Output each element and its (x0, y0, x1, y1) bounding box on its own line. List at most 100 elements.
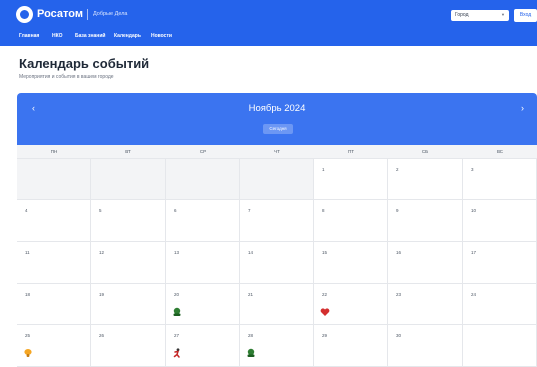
calendar-day-cell[interactable]: 1 (314, 159, 388, 200)
calendar-day-cell[interactable]: 2 (388, 159, 463, 200)
calendar-day-cell[interactable]: 11 (17, 242, 91, 284)
calendar-day-cell[interactable]: 12 (91, 242, 166, 284)
day-number: 2 (396, 167, 399, 172)
login-button[interactable]: Вход (514, 9, 537, 22)
brand-divider (87, 9, 88, 20)
calendar-header: ‹ Ноябрь 2024 › Сегодня (17, 93, 537, 145)
calendar-day-cell[interactable]: 22 (314, 284, 388, 325)
calendar-day-cell[interactable]: 5 (91, 200, 166, 242)
day-number: 5 (99, 208, 102, 213)
weekday-thu: ЧТ (274, 149, 280, 154)
calendar-day-cell (240, 159, 314, 200)
calendar-day-cell (166, 159, 240, 200)
calendar-day-cell[interactable]: 30 (388, 325, 463, 367)
weekday-fri: ПТ (348, 149, 354, 154)
hands-plant-icon[interactable] (172, 304, 182, 316)
day-number: 12 (99, 250, 105, 255)
weekday-mon: ПН (50, 149, 58, 154)
calendar-day-cell[interactable]: 10 (463, 200, 537, 242)
weekday-sat: СБ (421, 149, 429, 154)
day-number: 25 (25, 333, 31, 338)
calendar-day-cell (91, 159, 166, 200)
day-number: 22 (322, 292, 328, 297)
calendar-day-cell[interactable]: 26 (91, 325, 166, 367)
calendar-day-cell[interactable]: 4 (17, 200, 91, 242)
today-button[interactable]: Сегодня (263, 124, 293, 134)
day-number: 16 (396, 250, 402, 255)
calendar-day-cell[interactable]: 20 (166, 284, 240, 325)
calendar-day-cell[interactable]: 19 (91, 284, 166, 325)
month-label: Ноябрь 2024 (248, 103, 306, 114)
hands-plant-icon[interactable] (246, 345, 256, 357)
day-number: 13 (174, 250, 180, 255)
day-number: 27 (174, 333, 180, 338)
nav-item-nko[interactable]: НКО (52, 33, 63, 39)
day-number: 15 (322, 250, 328, 255)
nav-item-news[interactable]: Новости (151, 33, 172, 39)
day-number: 7 (248, 208, 251, 213)
day-number: 17 (471, 250, 477, 255)
weekday-header: ПН ВТ СР ЧТ ПТ СБ ВС (17, 145, 537, 159)
day-number: 10 (471, 208, 477, 213)
day-number: 1 (322, 167, 325, 172)
brand-name[interactable]: Росатом (37, 8, 83, 20)
calendar-day-cell[interactable]: 8 (314, 200, 388, 242)
calendar-day-cell[interactable]: 23 (388, 284, 463, 325)
day-number: 24 (471, 292, 477, 297)
city-select-value: Город (455, 12, 469, 18)
paw-icon[interactable] (23, 345, 33, 357)
heart-icon[interactable] (320, 304, 330, 316)
prev-month-icon[interactable]: ‹ (32, 103, 35, 113)
next-month-icon[interactable]: › (521, 103, 524, 113)
weekday-sun: ВС (496, 149, 504, 154)
page-subtitle: Мероприятия и события в вашем городе (19, 74, 114, 80)
day-number: 9 (396, 208, 399, 213)
city-select[interactable]: Город ▼ (451, 10, 509, 21)
day-number: 19 (99, 292, 105, 297)
calendar-day-cell[interactable]: 21 (240, 284, 314, 325)
day-number: 6 (174, 208, 177, 213)
day-number: 23 (396, 292, 402, 297)
day-number: 18 (25, 292, 31, 297)
calendar-day-cell[interactable]: 13 (166, 242, 240, 284)
calendar-day-cell[interactable]: 15 (314, 242, 388, 284)
calendar-day-cell (17, 159, 91, 200)
calendar-grid: 1 2 3 4 5 6 7 8 9 10 11 12 13 14 15 16 17 18 19 20 21 22 23 24 2… (17, 159, 537, 367)
calendar-day-cell[interactable]: 9 (388, 200, 463, 242)
nav-item-home[interactable]: Главная (19, 33, 39, 39)
calendar-day-cell[interactable]: 29 (314, 325, 388, 367)
day-number: 26 (99, 333, 105, 338)
day-number: 20 (174, 292, 180, 297)
calendar-day-cell[interactable]: 28 (240, 325, 314, 367)
rosatom-logo-icon[interactable] (16, 6, 33, 23)
weekday-tue: ВТ (125, 149, 131, 154)
runner-icon[interactable] (172, 345, 182, 358)
main-nav: Главная НКО База знаний Календарь Новост… (0, 30, 537, 46)
calendar-day-cell[interactable]: 7 (240, 200, 314, 242)
calendar-day-cell[interactable]: 18 (17, 284, 91, 325)
calendar-day-cell[interactable]: 16 (388, 242, 463, 284)
page-title: Календарь событий (19, 56, 150, 71)
calendar-day-cell[interactable]: 6 (166, 200, 240, 242)
day-number: 21 (248, 292, 254, 297)
day-number: 28 (248, 333, 254, 338)
day-number: 30 (396, 333, 402, 338)
calendar-day-cell[interactable]: 27 (166, 325, 240, 367)
day-number: 29 (322, 333, 328, 338)
nav-item-knowledge-base[interactable]: База знаний (75, 33, 105, 39)
brand-tagline: Добрые Дела (93, 11, 128, 17)
day-number: 11 (25, 250, 30, 255)
day-number: 3 (471, 167, 474, 172)
day-number: 8 (322, 208, 325, 213)
top-bar: Росатом Добрые Дела Город ▼ Вход (0, 0, 537, 30)
nav-item-calendar[interactable]: Календарь (114, 33, 141, 39)
calendar-day-cell[interactable]: 17 (463, 242, 537, 284)
calendar-day-cell[interactable]: 25 (17, 325, 91, 367)
day-number: 14 (248, 250, 254, 255)
calendar-day-cell (463, 325, 537, 367)
calendar-day-cell[interactable]: 14 (240, 242, 314, 284)
calendar-day-cell[interactable]: 24 (463, 284, 537, 325)
calendar-day-cell[interactable]: 3 (463, 159, 537, 200)
chevron-down-icon: ▼ (501, 12, 505, 17)
weekday-wed: СР (199, 149, 207, 154)
